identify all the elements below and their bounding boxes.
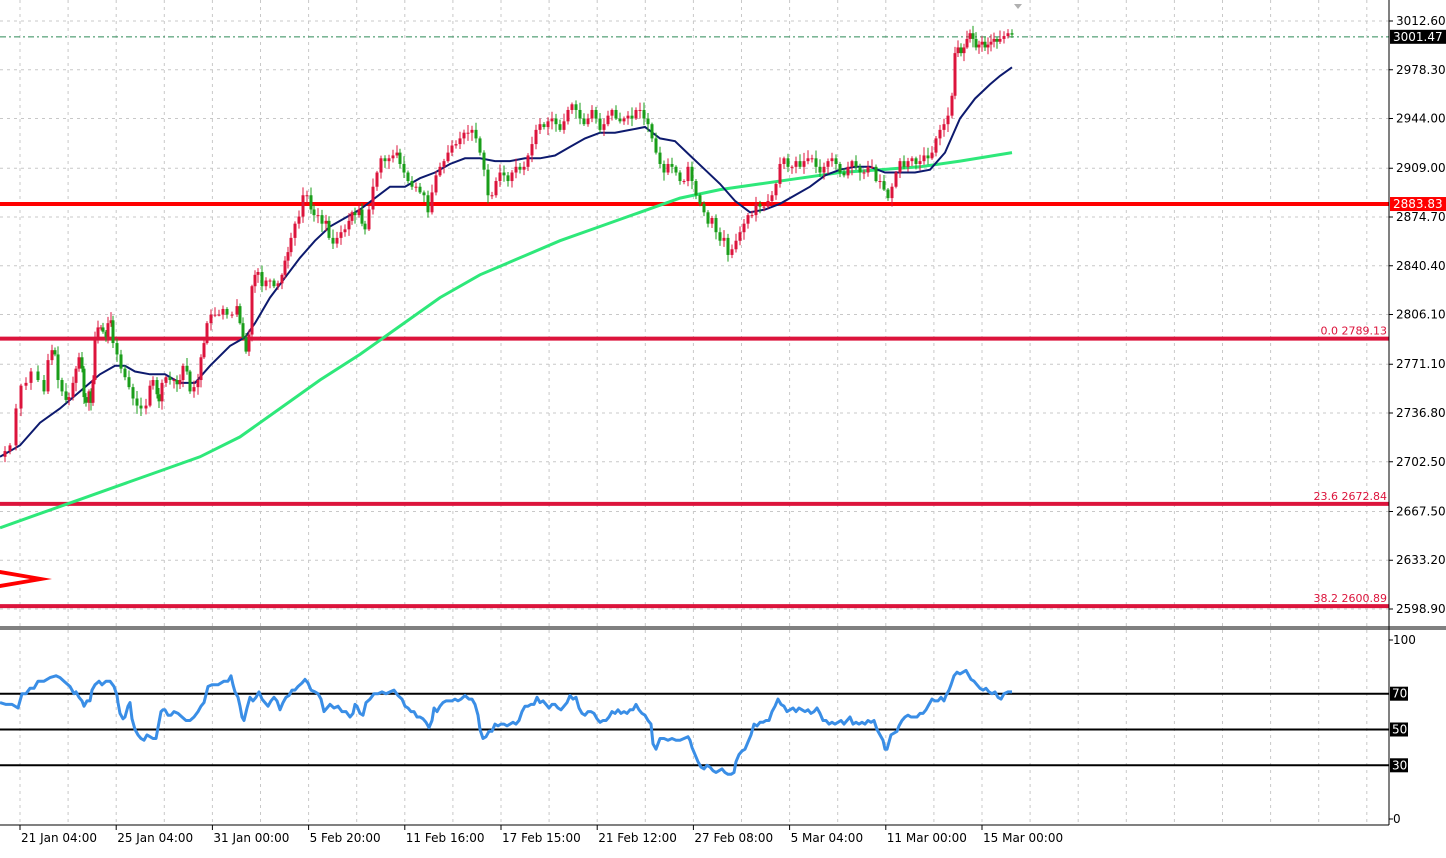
price-tick-label: 2909.00 xyxy=(1396,161,1446,175)
price-tick-label: 2840.40 xyxy=(1396,259,1446,273)
candle[interactable] xyxy=(250,284,254,342)
price-tick-label: 2633.20 xyxy=(1396,553,1446,567)
osc-tick-label: 50 xyxy=(1392,723,1407,737)
time-tick-label: 21 Jan 04:00 xyxy=(21,831,97,845)
time-tick-label: 5 Feb 20:00 xyxy=(310,831,381,845)
price-tick-label: 3012.60 xyxy=(1396,14,1446,28)
current-price-tag: 3001.47 xyxy=(1393,30,1443,44)
time-tick-label: 11 Feb 16:00 xyxy=(406,831,485,845)
candle[interactable] xyxy=(874,164,878,183)
price-tick-label: 2944.00 xyxy=(1396,112,1446,126)
osc-tick-label: 30 xyxy=(1392,758,1407,772)
candle[interactable] xyxy=(950,92,954,119)
osc-tick-label: 100 xyxy=(1393,633,1416,647)
price-chart[interactable]: 0.0 2789.13 23.6 2672.84 38.2 2600.89 21 J… xyxy=(0,0,1446,854)
time-tick-label: 11 Mar 00:00 xyxy=(887,831,967,845)
price-tick-label: 2978.30 xyxy=(1396,63,1446,77)
candle[interactable] xyxy=(14,403,18,451)
time-tick-label: 15 Mar 00:00 xyxy=(983,831,1063,845)
time-tick-label: 27 Feb 08:00 xyxy=(694,831,773,845)
time-tick-label: 5 Mar 04:00 xyxy=(791,831,864,845)
candle[interactable] xyxy=(367,205,371,231)
price-tick-label: 2874.70 xyxy=(1396,210,1446,224)
level-label: 0.0 2789.13 xyxy=(1321,325,1387,338)
level-label: 23.6 2672.84 xyxy=(1314,490,1387,503)
level-label: 38.2 2600.89 xyxy=(1314,592,1387,605)
chart-root: 0.0 2789.13 23.6 2672.84 38.2 2600.89 21 J… xyxy=(0,0,1446,854)
candle[interactable] xyxy=(238,303,242,325)
candle[interactable] xyxy=(188,369,192,394)
price-tick-label: 2771.10 xyxy=(1396,357,1446,371)
time-tick-label: 31 Jan 00:00 xyxy=(213,831,289,845)
level-tag: 2883.83 xyxy=(1393,197,1443,211)
chart-background xyxy=(0,0,1446,854)
price-tick-label: 2667.50 xyxy=(1396,504,1446,518)
price-tick-label: 2736.80 xyxy=(1396,406,1446,420)
candle[interactable] xyxy=(93,331,97,385)
time-tick-label: 21 Feb 12:00 xyxy=(598,831,677,845)
candle[interactable] xyxy=(953,46,957,100)
price-tick-label: 2598.90 xyxy=(1396,602,1446,616)
time-tick-label: 25 Jan 04:00 xyxy=(117,831,193,845)
price-tick-label: 2806.10 xyxy=(1396,308,1446,322)
candle[interactable] xyxy=(894,170,898,189)
candle[interactable] xyxy=(205,321,209,345)
price-tick-label: 2702.50 xyxy=(1396,455,1446,469)
osc-tick-label: 70 xyxy=(1392,687,1407,701)
osc-tick-label: 0 xyxy=(1393,812,1401,826)
candle[interactable] xyxy=(202,340,206,359)
time-tick-label: 17 Feb 15:00 xyxy=(502,831,581,845)
